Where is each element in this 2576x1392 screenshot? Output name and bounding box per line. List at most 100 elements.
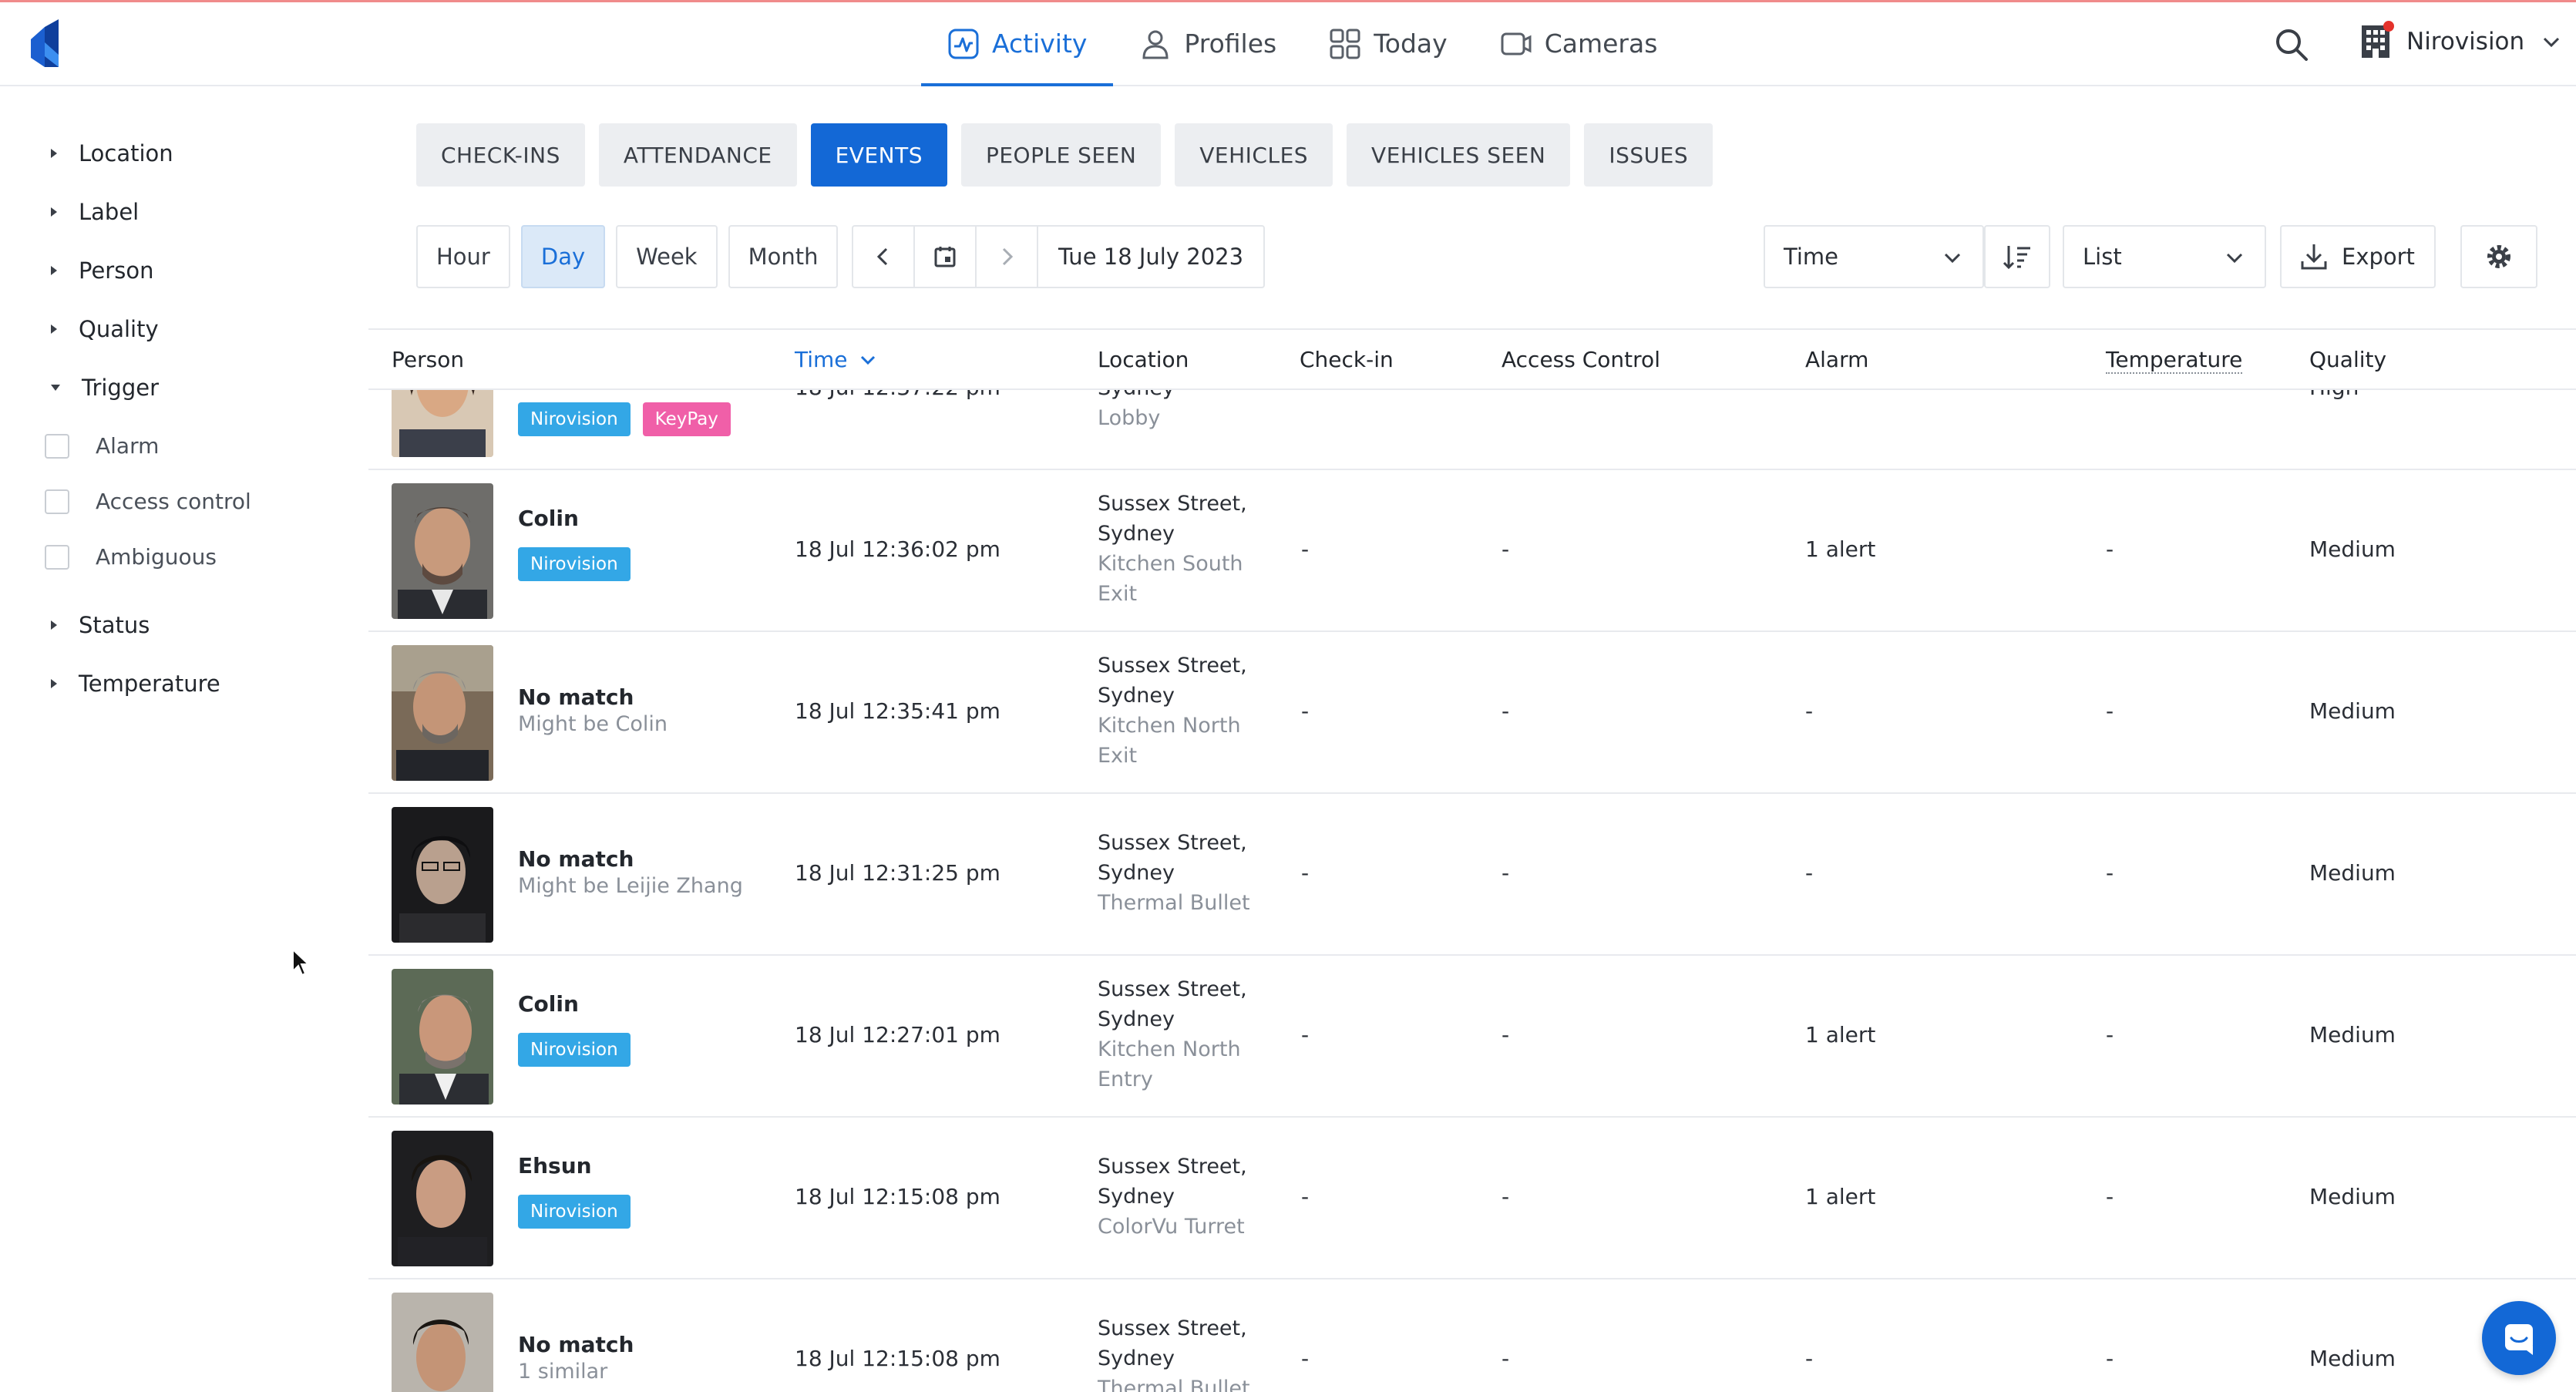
date-navigator: Tue 18 July 2023 bbox=[852, 225, 1266, 288]
top-bar: Activity Profiles Today Cameras Nirovisi… bbox=[0, 2, 2576, 86]
caret-right-icon bbox=[51, 324, 57, 334]
event-time: 18 Jul 12:36:02 pm bbox=[795, 536, 1000, 562]
column-temperature-label: Temperature bbox=[2106, 347, 2243, 374]
selected-date[interactable]: Tue 18 July 2023 bbox=[1038, 227, 1263, 287]
face-thumbnail[interactable] bbox=[392, 390, 493, 457]
location-line: Sydney bbox=[1098, 1185, 1175, 1209]
tab-issues[interactable]: ISSUES bbox=[1584, 123, 1713, 187]
tab-people-seen[interactable]: PEOPLE SEEN bbox=[960, 123, 1162, 187]
range-day-button[interactable]: Day bbox=[520, 225, 606, 288]
person-name[interactable]: Colin bbox=[518, 991, 579, 1017]
table-row[interactable]: Ehsun Nirovision 18 Jul 12:15:08 pm Suss… bbox=[368, 1118, 2576, 1279]
filter-option-access-control[interactable]: Access control bbox=[45, 489, 251, 514]
column-check-in[interactable]: Check-in bbox=[1300, 347, 1394, 372]
event-access-control: - bbox=[1502, 1184, 1510, 1209]
nav-cameras-label: Cameras bbox=[1544, 29, 1658, 59]
settings-button[interactable] bbox=[2460, 225, 2537, 288]
face-image bbox=[392, 1131, 493, 1266]
table-row[interactable]: No match 1 similar 18 Jul 12:15:08 pm Su… bbox=[368, 1279, 2576, 1392]
tab-attendance[interactable]: ATTENDANCE bbox=[598, 123, 797, 187]
person-name[interactable]: No match bbox=[518, 1332, 634, 1357]
person-name[interactable]: Ehsun bbox=[518, 1153, 592, 1178]
filter-label[interactable]: Label bbox=[51, 199, 139, 225]
column-quality[interactable]: Quality bbox=[2309, 347, 2386, 372]
face-thumbnail[interactable] bbox=[392, 1131, 493, 1266]
camera-name: Entry bbox=[1098, 1068, 1153, 1091]
view-mode-select[interactable]: List bbox=[2063, 225, 2266, 288]
table-row[interactable]: Colin Nirovision 18 Jul 12:36:02 pm Suss… bbox=[368, 470, 2576, 632]
event-alarm[interactable]: 1 alert bbox=[1805, 1022, 1875, 1047]
range-week-button[interactable]: Week bbox=[616, 225, 718, 288]
next-day-button[interactable] bbox=[977, 227, 1038, 287]
column-person[interactable]: Person bbox=[392, 347, 464, 372]
org-switcher[interactable]: Nirovision bbox=[2360, 21, 2561, 59]
event-quality: Medium bbox=[2309, 698, 2396, 724]
table-row[interactable]: Nirovision KeyPay 18 Jul 12:37:22 pm Syd… bbox=[368, 390, 2576, 470]
filter-location[interactable]: Location bbox=[51, 140, 173, 166]
event-temperature: - bbox=[2106, 698, 2114, 724]
similar-count[interactable]: 1 similar bbox=[518, 1360, 607, 1384]
filter-option-ambiguous[interactable]: Ambiguous bbox=[45, 544, 217, 570]
column-temperature[interactable]: Temperature bbox=[2106, 347, 2243, 374]
column-location[interactable]: Location bbox=[1098, 347, 1189, 372]
nav-today[interactable]: Today bbox=[1303, 2, 1473, 85]
table-row[interactable]: Colin Nirovision 18 Jul 12:27:01 pm Suss… bbox=[368, 956, 2576, 1118]
previous-day-button[interactable] bbox=[853, 227, 915, 287]
filter-person[interactable]: Person bbox=[51, 257, 153, 284]
tab-vehicles[interactable]: VEHICLES bbox=[1175, 123, 1333, 187]
search-icon[interactable] bbox=[2274, 27, 2309, 62]
camera-name: Kitchen North bbox=[1098, 1037, 1241, 1061]
filter-trigger[interactable]: Trigger bbox=[51, 375, 159, 401]
face-thumbnail[interactable] bbox=[392, 645, 493, 781]
camera-name: ColorVu Turret bbox=[1098, 1215, 1245, 1239]
range-hour-button[interactable]: Hour bbox=[416, 225, 510, 288]
ambiguous-checkbox[interactable] bbox=[45, 544, 69, 570]
nav-activity[interactable]: Activity bbox=[921, 2, 1114, 86]
possible-match[interactable]: Might be Colin bbox=[518, 712, 668, 736]
table-row[interactable]: No match Might be Leijie Zhang 18 Jul 12… bbox=[368, 794, 2576, 956]
location-line: Sussex Street, bbox=[1098, 654, 1247, 678]
person-name[interactable]: No match bbox=[518, 684, 634, 710]
column-alarm[interactable]: Alarm bbox=[1805, 347, 1868, 372]
nav-cameras[interactable]: Cameras bbox=[1474, 2, 1684, 85]
filter-person-label: Person bbox=[79, 257, 154, 284]
filter-temperature[interactable]: Temperature bbox=[51, 671, 220, 697]
event-location: Sussex Street, Sydney Kitchen North Entr… bbox=[1098, 974, 1247, 1094]
column-access-control[interactable]: Access Control bbox=[1502, 347, 1660, 372]
gear-icon bbox=[2487, 245, 2510, 268]
chat-launcher-button[interactable] bbox=[2482, 1301, 2556, 1375]
export-button[interactable]: Export bbox=[2280, 225, 2436, 288]
person-name[interactable]: No match bbox=[518, 846, 634, 872]
possible-match[interactable]: Might be Leijie Zhang bbox=[518, 874, 743, 898]
camera-name: Kitchen South bbox=[1098, 552, 1243, 576]
filter-option-alarm[interactable]: Alarm bbox=[45, 433, 159, 459]
event-alarm[interactable]: 1 alert bbox=[1805, 1184, 1875, 1209]
nav-profiles[interactable]: Profiles bbox=[1113, 2, 1303, 85]
nirovision-logo-icon[interactable] bbox=[29, 19, 65, 67]
range-month-button[interactable]: Month bbox=[728, 225, 839, 288]
alarm-checkbox[interactable] bbox=[45, 433, 69, 459]
event-location: Sydney Lobby bbox=[1098, 390, 1175, 433]
tab-events[interactable]: EVENTS bbox=[810, 123, 947, 187]
sort-field-select[interactable]: Time bbox=[1764, 225, 1984, 288]
face-image bbox=[392, 1293, 493, 1392]
chat-icon bbox=[2505, 1324, 2533, 1355]
column-alarm-label: Alarm bbox=[1805, 347, 1869, 372]
table-row[interactable]: No match Might be Colin 18 Jul 12:35:41 … bbox=[368, 632, 2576, 794]
face-thumbnail[interactable] bbox=[392, 1293, 493, 1392]
access-control-checkbox[interactable] bbox=[45, 489, 69, 514]
sort-direction-button[interactable] bbox=[1984, 225, 2050, 288]
event-temperature: - bbox=[2106, 1346, 2114, 1371]
tab-check-ins[interactable]: CHECK-INS bbox=[416, 123, 585, 187]
column-time[interactable]: Time bbox=[795, 347, 877, 372]
filter-quality[interactable]: Quality bbox=[51, 316, 159, 342]
calendar-button[interactable] bbox=[915, 227, 977, 287]
person-name[interactable]: Colin bbox=[518, 506, 579, 531]
face-thumbnail[interactable] bbox=[392, 483, 493, 619]
event-temperature: - bbox=[2106, 1022, 2114, 1047]
filter-status[interactable]: Status bbox=[51, 612, 150, 638]
event-alarm[interactable]: 1 alert bbox=[1805, 536, 1875, 562]
tab-vehicles-seen[interactable]: VEHICLES SEEN bbox=[1347, 123, 1571, 187]
face-thumbnail[interactable] bbox=[392, 969, 493, 1105]
face-thumbnail[interactable] bbox=[392, 807, 493, 943]
